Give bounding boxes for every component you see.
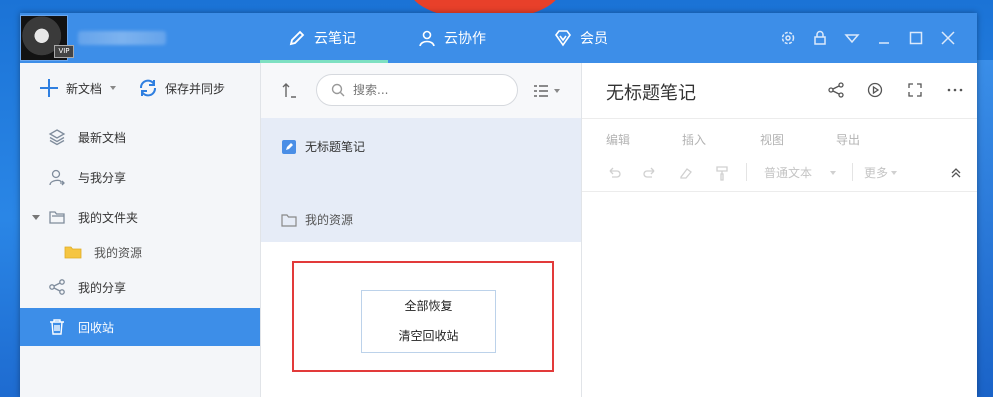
- more-format-button[interactable]: 更多: [864, 164, 898, 181]
- collapse-toolbar-icon[interactable]: [948, 165, 964, 181]
- search-input[interactable]: [351, 82, 505, 98]
- save-sync-button[interactable]: 保存并同步: [137, 77, 225, 99]
- minimize-icon[interactable]: [875, 29, 893, 47]
- gear-icon[interactable]: [779, 29, 797, 47]
- close-icon[interactable]: [939, 29, 957, 47]
- list-item[interactable]: 无标题笔记: [281, 138, 365, 155]
- paragraph-style-value: 普通文本: [764, 166, 813, 180]
- title-bar: VIP 云笔记 云协作 会员: [20, 13, 977, 63]
- sidebar-item-my-shares[interactable]: 我的分享: [20, 268, 260, 306]
- app-window: VIP 云笔记 云协作 会员 新文档 保存并同步 最新文档 与我分享 我的文件夹…: [20, 13, 977, 397]
- menu-export[interactable]: 导出: [836, 131, 860, 148]
- sidebar-item-my-resources[interactable]: 我的资源: [20, 233, 260, 271]
- sidebar-item-label: 我的分享: [78, 280, 127, 295]
- toolbar-divider: [746, 163, 747, 181]
- share-icon[interactable]: [827, 81, 845, 99]
- search-icon: [331, 83, 345, 97]
- new-document-button[interactable]: 新文档: [38, 77, 117, 99]
- eraser-icon[interactable]: [678, 165, 694, 181]
- desktop-edge: [975, 60, 993, 397]
- folder-icon: [281, 213, 297, 227]
- chevron-down-icon: [110, 86, 117, 90]
- sidebar: 新文档 保存并同步 最新文档 与我分享 我的文件夹 我的资源 我的分享 回收站: [20, 63, 261, 397]
- sidebar-item-recent[interactable]: 最新文档: [20, 118, 260, 156]
- note-list-panel: 无标题笔记 我的资源 全部恢复 清空回收站: [261, 63, 582, 397]
- search-box[interactable]: [316, 74, 518, 106]
- tab-cloud-collab[interactable]: 云协作: [418, 13, 486, 63]
- sidebar-item-label: 回收站: [78, 320, 115, 335]
- tab-label: 会员: [580, 31, 608, 47]
- fullscreen-icon[interactable]: [906, 81, 924, 99]
- toolbar-divider: [852, 163, 853, 181]
- tab-membership[interactable]: 会员: [554, 13, 608, 63]
- format-painter-icon[interactable]: [714, 165, 730, 181]
- chevron-down-icon[interactable]: [554, 89, 560, 93]
- list-view-icon[interactable]: [533, 83, 549, 99]
- sidebar-item-label: 与我分享: [78, 170, 127, 185]
- username[interactable]: [78, 31, 166, 45]
- sort-up-icon[interactable]: [281, 81, 299, 99]
- sidebar-item-label: 我的资源: [94, 245, 143, 260]
- sidebar-item-label: 最新文档: [78, 130, 127, 145]
- editor-panel: 无标题笔记 编辑 插入 视图 导出 普通文本 更多: [582, 63, 977, 397]
- plus-icon: [40, 79, 58, 97]
- maximize-icon[interactable]: [907, 29, 925, 47]
- pen-icon: [289, 30, 305, 46]
- empty-recycle-bin-menu-item[interactable]: 清空回收站: [362, 321, 495, 351]
- restore-all-menu-item[interactable]: 全部恢复: [362, 291, 495, 321]
- present-icon[interactable]: [866, 81, 884, 99]
- sidebar-item-label: 我的文件夹: [78, 210, 139, 225]
- sidebar-toolbar: 新文档 保存并同步: [20, 63, 260, 111]
- chevron-down-icon: [891, 170, 898, 175]
- menu-edit[interactable]: 编辑: [606, 131, 630, 148]
- folder-icon: [49, 211, 65, 224]
- menu-view[interactable]: 视图: [760, 131, 784, 148]
- list-item[interactable]: 我的资源: [281, 211, 353, 228]
- undo-icon[interactable]: [606, 165, 622, 181]
- tab-label: 云协作: [444, 31, 486, 47]
- sidebar-item-my-folders[interactable]: 我的文件夹: [20, 198, 260, 236]
- more-icon[interactable]: [946, 81, 964, 99]
- user-share-icon: [49, 169, 65, 186]
- more-format-label: 更多: [864, 166, 889, 180]
- trash-icon: [50, 319, 64, 335]
- folder-label: 我的资源: [305, 213, 354, 227]
- context-menu: 全部恢复 清空回收站: [361, 290, 496, 353]
- sidebar-item-recycle-bin[interactable]: 回收站: [20, 308, 260, 346]
- vip-badge: VIP: [54, 45, 74, 58]
- dropdown-icon[interactable]: [843, 29, 861, 47]
- tab-cloud-notes[interactable]: 云笔记: [288, 13, 356, 63]
- sync-icon: [140, 79, 156, 97]
- paragraph-style-select[interactable]: 普通文本: [764, 164, 837, 181]
- layers-icon: [48, 129, 66, 146]
- tab-label: 云笔记: [314, 31, 356, 47]
- user-icon: [419, 30, 435, 47]
- list-toolbar: [261, 63, 581, 118]
- chevron-down-icon: [830, 170, 837, 175]
- note-icon: [282, 139, 296, 154]
- editor-toolbar: 编辑 插入 视图 导出 普通文本 更多: [582, 118, 977, 192]
- menu-insert[interactable]: 插入: [682, 131, 706, 148]
- note-title[interactable]: 无标题笔记: [606, 79, 696, 105]
- redo-icon[interactable]: [642, 165, 658, 181]
- lock-icon[interactable]: [811, 29, 829, 47]
- note-list: 无标题笔记 我的资源: [261, 118, 581, 242]
- diamond-icon: [555, 30, 571, 47]
- note-title-label: 无标题笔记: [305, 140, 366, 154]
- share-icon: [49, 279, 65, 295]
- new-document-label: 新文档: [66, 81, 103, 96]
- expand-caret-icon[interactable]: [32, 214, 40, 220]
- folder-yellow-icon: [64, 246, 82, 259]
- save-sync-label: 保存并同步: [165, 81, 226, 96]
- sidebar-item-shared-with-me[interactable]: 与我分享: [20, 158, 260, 196]
